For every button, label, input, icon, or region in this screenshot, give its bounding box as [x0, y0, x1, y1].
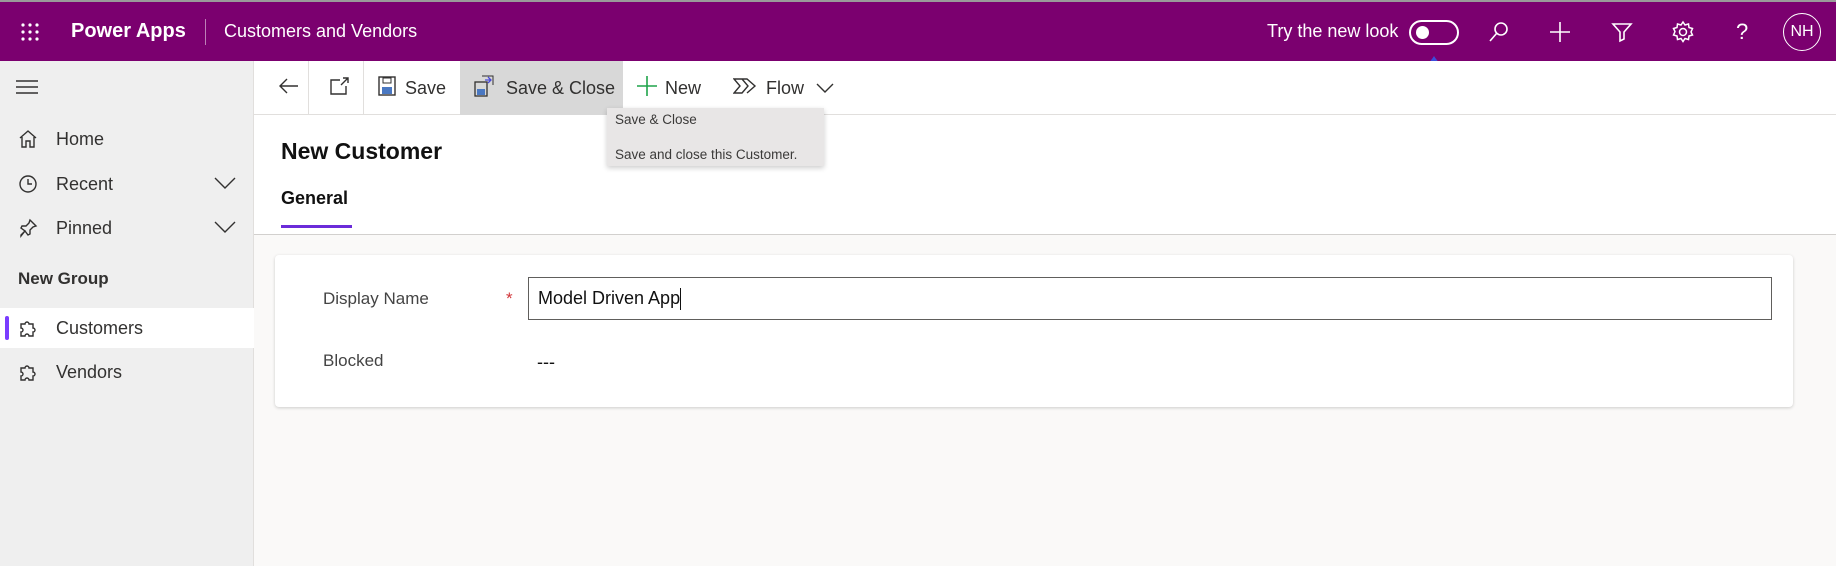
settings-gear-icon[interactable] [1671, 2, 1695, 61]
filter-icon[interactable] [1610, 2, 1634, 61]
chevron-down-icon[interactable] [214, 174, 236, 195]
sidebar-item-customers[interactable]: Customers [0, 308, 254, 348]
sidebar-item-home[interactable]: Home [0, 119, 254, 159]
divider [363, 61, 364, 115]
new-label: New [665, 77, 702, 98]
new-look-toggle[interactable] [1409, 20, 1459, 45]
form-section-card: Display Name * Model Driven App Blocked … [275, 255, 1793, 407]
sidebar-item-vendors[interactable]: Vendors [0, 352, 254, 392]
sidebar-item-pinned[interactable]: Pinned [0, 208, 254, 248]
sidebar-item-recent[interactable]: Recent [0, 164, 254, 204]
home-icon [18, 129, 38, 154]
tooltip-title: Save & Close [615, 112, 697, 127]
plus-icon [637, 75, 657, 101]
search-icon[interactable] [1487, 2, 1511, 61]
display-name-input[interactable]: Model Driven App [528, 277, 1772, 320]
save-label: Save [405, 77, 447, 98]
flow-dropdown-chevron-icon[interactable] [816, 61, 834, 115]
try-new-look-label: Try the new look [1267, 21, 1399, 41]
flow-button[interactable]: Flow [732, 61, 805, 115]
sidebar-item-label: Customers [56, 317, 144, 338]
puzzle-icon [18, 362, 38, 387]
display-name-value: Model Driven App [538, 288, 681, 308]
chevron-down-icon[interactable] [214, 218, 236, 239]
app-title[interactable]: Customers and Vendors [224, 2, 417, 61]
back-button[interactable] [271, 61, 307, 115]
app-name[interactable]: Power Apps [71, 2, 186, 61]
avatar[interactable]: NH [1783, 13, 1821, 51]
save-button[interactable]: Save [378, 61, 446, 115]
app-launcher-icon[interactable] [20, 2, 40, 61]
sidebar-item-label: Home [56, 128, 105, 149]
pin-icon [18, 218, 38, 243]
flow-icon [732, 77, 757, 100]
popout-icon [330, 76, 350, 100]
page-title: New Customer [281, 138, 443, 164]
tooltip-description: Save and close this Customer. [615, 147, 798, 162]
save-close-label: Save & Close [506, 77, 616, 98]
help-icon[interactable]: ? [1736, 2, 1748, 61]
group-label: New Group [18, 269, 109, 288]
save-close-tooltip: Save & Close Save and close this Custome… [607, 108, 824, 166]
divider [308, 61, 309, 115]
hamburger-menu-icon[interactable] [16, 79, 38, 95]
required-indicator: * [506, 289, 513, 308]
puzzle-icon [18, 318, 38, 343]
sidebar: Home Recent Pinned New Group Customers V… [0, 61, 254, 566]
sidebar-item-label: Vendors [56, 361, 123, 382]
open-in-new-window-button[interactable] [320, 61, 360, 115]
clock-icon [18, 174, 38, 199]
blocked-label: Blocked [323, 351, 384, 370]
tab-general[interactable]: General [281, 188, 348, 209]
plus-icon[interactable] [1548, 2, 1572, 61]
selected-indicator [5, 316, 9, 340]
divider [205, 19, 206, 45]
command-bar: Save Save & Close New Flow [254, 61, 1836, 115]
new-button[interactable]: New [637, 61, 701, 115]
save-close-icon [474, 75, 494, 102]
save-and-close-button[interactable]: Save & Close [460, 61, 623, 115]
sidebar-item-label: Pinned [56, 217, 113, 238]
display-name-label: Display Name [323, 289, 429, 308]
active-tab-underline [281, 225, 352, 228]
top-bar: Power Apps Customers and Vendors Try the… [0, 0, 1836, 61]
back-arrow-icon [279, 78, 299, 99]
flow-label: Flow [766, 77, 805, 98]
blocked-value[interactable]: --- [537, 352, 555, 373]
sidebar-item-label: Recent [56, 173, 114, 194]
form-header: New Customer General [254, 115, 1836, 235]
save-disk-icon [378, 75, 396, 101]
